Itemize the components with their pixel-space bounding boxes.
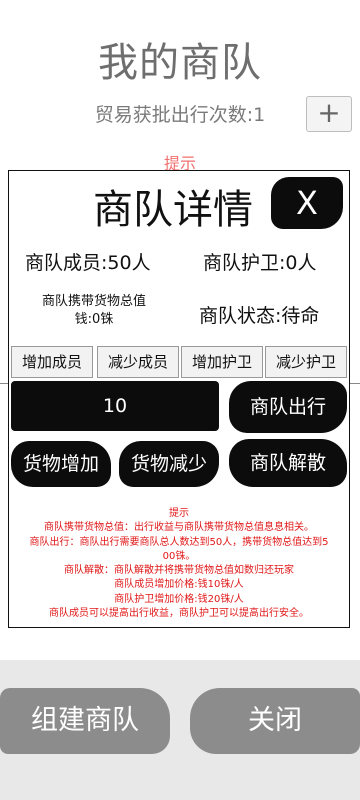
rules-text: 提示 商队携带货物总值：出行收益与商队携带货物总值息息相关。 商队出行：商队出行… <box>9 507 349 621</box>
add-trade-button[interactable]: + <box>306 96 352 132</box>
add-member-button[interactable]: 增加成员 <box>11 346 93 378</box>
trade-count-row: 贸易获批出行次数:1 + <box>0 96 360 132</box>
rules-line: 商队护卫增加价格:钱20铢/人 <box>114 593 244 605</box>
rules-line: 商队携带货物总值：出行收益与商队携带货物总值息息相关。 <box>44 522 314 534</box>
page-title: 我的商队 <box>98 40 262 86</box>
dialog-title: 商队详情 <box>93 187 253 233</box>
disband-button[interactable]: 商队解散 <box>229 439 347 487</box>
cargo-value-amount: 钱:0铢 <box>74 312 114 327</box>
rules-heading: 提示 <box>169 508 189 519</box>
rules-line: 商队出行：商队出行需要商队总人数达到50人，携带货物总值达到5 <box>29 536 329 548</box>
close-button[interactable]: 关闭 <box>190 688 360 754</box>
cargo-add-button[interactable]: 货物增加 <box>11 441 111 487</box>
trade-count-label: 贸易获批出行次数:1 <box>94 104 266 126</box>
cargo-value-stat: 商队携带货物总值 钱:0铢 <box>19 293 169 329</box>
add-guard-button[interactable]: 增加护卫 <box>181 346 263 378</box>
close-dialog-button[interactable]: X <box>271 177 343 229</box>
members-stat: 商队成员:50人 <box>25 252 151 274</box>
depart-button[interactable]: 商队出行 <box>229 381 347 433</box>
rules-line: 00铢。 <box>162 550 196 562</box>
caravan-details-dialog: 商队详情 X 商队成员:50人 商队护卫:0人 商队携带货物总值 钱:0铢 商队… <box>8 170 350 628</box>
cargo-reduce-button[interactable]: 货物减少 <box>119 441 219 487</box>
create-caravan-button[interactable]: 组建商队 <box>0 688 170 754</box>
reduce-guard-button[interactable]: 减少护卫 <box>265 346 347 378</box>
status-stat: 商队状态:待命 <box>199 305 320 327</box>
cargo-value-label: 商队携带货物总值 <box>41 294 146 309</box>
guards-stat: 商队护卫:0人 <box>203 252 317 274</box>
quantity-input[interactable]: 10 <box>11 381 219 431</box>
rules-line: 商队成员增加价格:钱10铢/人 <box>114 579 244 591</box>
rules-line: 商队成员可以提高出行收益，商队护卫可以提高出行安全。 <box>49 608 309 620</box>
rules-line: 商队解散：商队解散并将携带货物总值如数归还玩家 <box>64 565 294 577</box>
reduce-member-button[interactable]: 减少成员 <box>97 346 179 378</box>
